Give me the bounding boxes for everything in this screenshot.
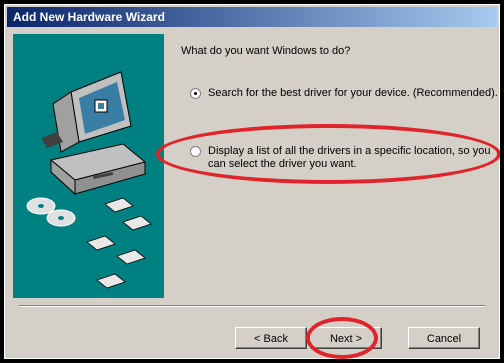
option-label: Search for the best driver for your devi… <box>208 87 498 99</box>
option-label: Display a list of all the drivers in a s… <box>208 145 491 170</box>
wizard-window: Add New Hardware Wizard What do you want… <box>4 4 500 359</box>
radio-button-selected[interactable] <box>190 88 201 99</box>
divider <box>19 305 485 307</box>
wizard-illustration <box>13 34 164 298</box>
window-title: Add New Hardware Wizard <box>13 10 165 24</box>
radio-button[interactable] <box>190 146 201 157</box>
cancel-button[interactable]: Cancel <box>408 327 480 349</box>
question-text: What do you want Windows to do? <box>181 45 351 57</box>
next-button[interactable]: Next > <box>310 327 382 349</box>
back-button[interactable]: < Back <box>235 327 307 349</box>
screen-border <box>500 0 504 363</box>
title-bar[interactable]: Add New Hardware Wizard <box>7 7 497 27</box>
